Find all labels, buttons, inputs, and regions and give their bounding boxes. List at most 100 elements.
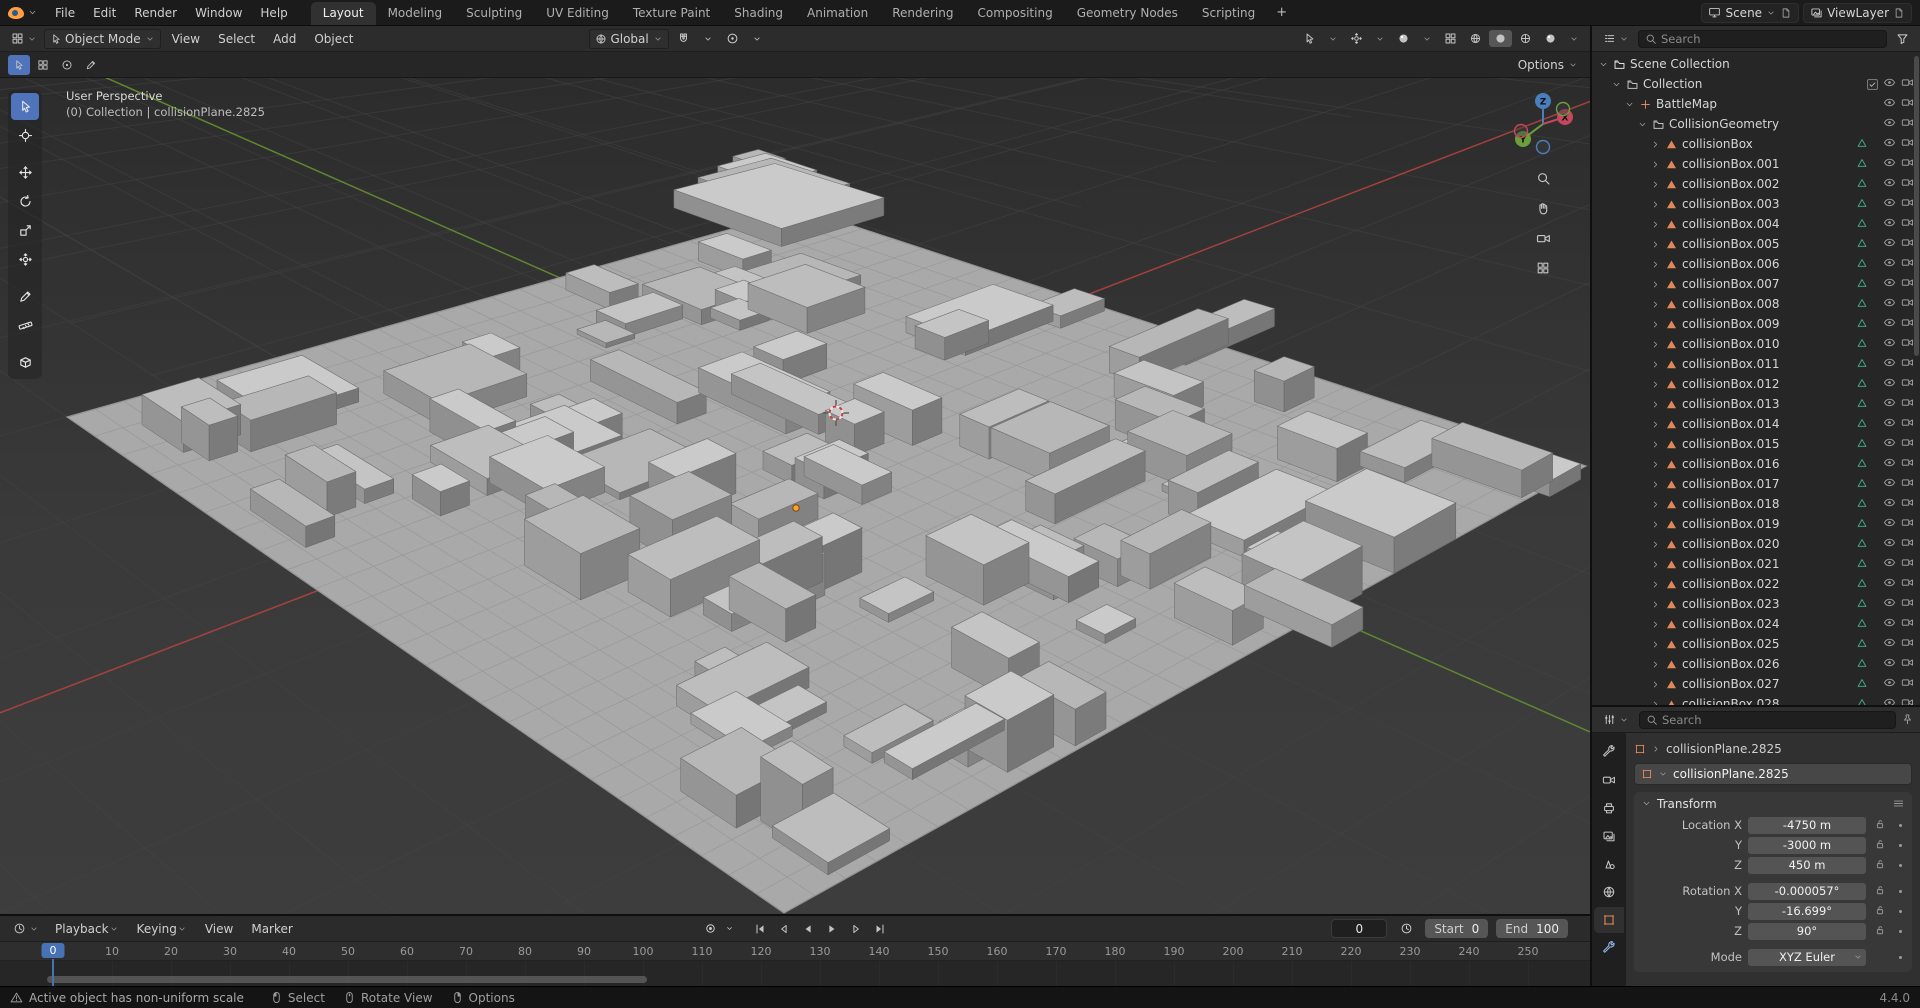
hide-toggle[interactable] [1883,396,1896,412]
timeline-menu-marker[interactable]: Marker [242,922,301,936]
properties-tab-output[interactable] [1594,795,1624,821]
viewport-canvas[interactable]: User Perspective (0) Collection | collis… [0,78,1590,914]
disclosure-closed-icon[interactable] [1650,539,1661,550]
select-lasso-button[interactable] [80,55,102,75]
viewport-menu-select[interactable]: Select [209,32,264,46]
hide-toggle[interactable] [1883,556,1896,572]
transform-value-field[interactable]: -3000 m [1748,837,1866,854]
properties-tab-scene[interactable] [1594,851,1624,877]
selectability-visibility-button[interactable] [1298,30,1321,47]
hide-toggle[interactable] [1883,596,1896,612]
overlays-button[interactable] [1392,30,1415,47]
render-toggle[interactable] [1901,76,1914,92]
render-toggle[interactable] [1901,696,1914,705]
hide-toggle[interactable] [1883,416,1896,432]
blender-app-menu[interactable] [0,0,46,25]
render-toggle[interactable] [1901,316,1914,332]
transform-value-field[interactable]: -4750 m [1748,817,1866,834]
zoom-button[interactable] [1531,166,1555,190]
hide-toggle[interactable] [1883,76,1896,92]
disclosure-closed-icon[interactable] [1650,179,1661,190]
outliner-row[interactable]: collisionBox.026 [1592,654,1920,674]
options-dropdown[interactable]: Options [1518,58,1582,72]
properties-tab-view-layer[interactable] [1594,823,1624,849]
outliner-search-input[interactable] [1661,32,1880,46]
lock-toggle[interactable] [1874,818,1886,833]
transform-value-field[interactable]: -0.000057° [1748,883,1866,900]
transform-value-field[interactable]: XYZ Euler [1748,949,1866,966]
snapping-toggle[interactable] [672,30,695,47]
timeline-menu-playback[interactable]: Playback [46,922,128,936]
disclosure-closed-icon[interactable] [1650,379,1661,390]
disclosure-closed-icon[interactable] [1650,319,1661,330]
disclosure-closed-icon[interactable] [1650,439,1661,450]
new-scene-icon[interactable] [1780,7,1792,19]
collection-checkbox[interactable] [1867,79,1878,90]
hide-toggle[interactable] [1883,316,1896,332]
render-toggle[interactable] [1901,96,1914,112]
shading-solid-button[interactable] [1489,30,1512,47]
properties-search-input[interactable] [1662,713,1889,727]
render-toggle[interactable] [1901,376,1914,392]
render-toggle[interactable] [1901,356,1914,372]
properties-search[interactable] [1639,711,1896,729]
disclosure-closed-icon[interactable] [1650,599,1661,610]
outliner-row[interactable]: collisionBox.005 [1592,234,1920,254]
next-keyframe-button[interactable] [845,919,867,939]
workspace-tab-sculpting[interactable]: Sculpting [454,2,534,25]
perspective-toggle-button[interactable] [1531,256,1555,280]
proportional-options-button[interactable] [747,32,767,46]
workspace-tab-geometry-nodes[interactable]: Geometry Nodes [1065,2,1190,25]
hide-toggle[interactable] [1883,256,1896,272]
hide-toggle[interactable] [1883,196,1896,212]
outliner-row[interactable]: collisionBox.027 [1592,674,1920,694]
workspace-tab-modeling[interactable]: Modeling [376,2,455,25]
outliner-row[interactable]: collisionBox.004 [1592,214,1920,234]
hide-toggle[interactable] [1883,356,1896,372]
transform-value-field[interactable]: 90° [1748,923,1866,940]
render-toggle[interactable] [1901,576,1914,592]
render-toggle[interactable] [1901,656,1914,672]
keying-set-dropdown[interactable] [723,919,735,939]
disclosure-closed-icon[interactable] [1650,579,1661,590]
preview-range-toggle[interactable] [1395,919,1417,939]
timeline-track-area[interactable]: 1020304050607080901001101201301401501601… [0,942,1590,986]
render-toggle[interactable] [1901,416,1914,432]
outliner-row[interactable]: collisionBox.014 [1592,414,1920,434]
hide-toggle[interactable] [1883,116,1896,132]
disclosure-closed-icon[interactable] [1650,459,1661,470]
outliner-editor-type-button[interactable] [1598,30,1634,47]
lock-toggle[interactable] [1874,924,1886,939]
pin-icon[interactable] [1901,713,1914,726]
current-frame-field[interactable]: 0 [1331,919,1387,938]
disclosure-closed-icon[interactable] [1650,279,1661,290]
selectability-chevron[interactable] [1323,32,1343,46]
disclosure-closed-icon[interactable] [1650,619,1661,630]
workspace-tab-compositing[interactable]: Compositing [965,2,1064,25]
disclosure-closed-icon[interactable] [1650,639,1661,650]
render-toggle[interactable] [1901,456,1914,472]
animate-decorator[interactable] [1894,930,1906,933]
outliner-row[interactable]: collisionBox.025 [1592,634,1920,654]
add-workspace-button[interactable]: + [1267,0,1296,25]
disclosure-open-icon[interactable] [1637,119,1648,130]
render-toggle[interactable] [1901,396,1914,412]
tool-scale[interactable] [11,217,39,244]
pan-button[interactable] [1531,196,1555,220]
properties-tab-render[interactable] [1594,767,1624,793]
panel-menu-icon[interactable] [1892,797,1905,810]
properties-tab-modifiers[interactable] [1594,935,1624,961]
outliner-row[interactable]: Scene Collection [1592,54,1920,74]
select-circle-button[interactable] [56,55,78,75]
render-toggle[interactable] [1901,556,1914,572]
timeline-menu-keying[interactable]: Keying [128,922,196,936]
hide-toggle[interactable] [1883,236,1896,252]
outliner-row[interactable]: collisionBox.016 [1592,454,1920,474]
jump-to-start-button[interactable] [749,919,771,939]
outliner-row[interactable]: collisionBox.003 [1592,194,1920,214]
animate-decorator[interactable] [1894,910,1906,913]
jump-to-end-button[interactable] [869,919,891,939]
disclosure-closed-icon[interactable] [1650,479,1661,490]
render-toggle[interactable] [1901,476,1914,492]
render-toggle[interactable] [1901,536,1914,552]
